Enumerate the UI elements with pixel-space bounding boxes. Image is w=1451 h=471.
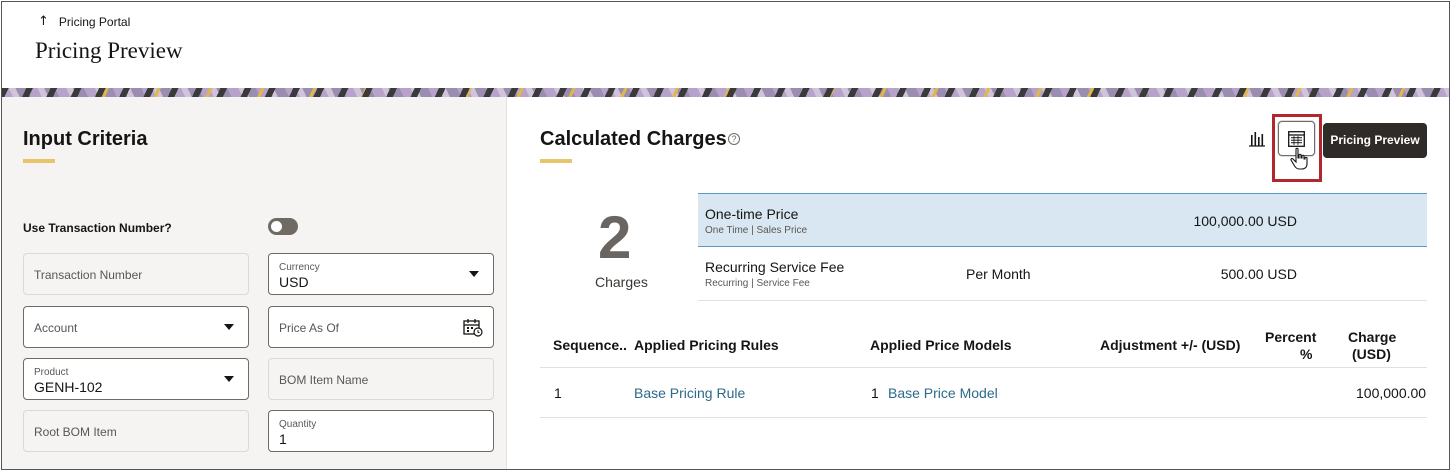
bom-item-name-field[interactable]: BOM Item Name — [268, 358, 494, 400]
quantity-value: 1 — [279, 431, 287, 447]
column-header-adjustment[interactable]: Adjustment +/- (USD) — [1100, 337, 1240, 353]
charge-name: Recurring Service Fee — [705, 259, 845, 275]
price-model-link[interactable]: Base Price Model — [888, 385, 998, 401]
column-header-percent[interactable]: Percent — [1265, 329, 1316, 345]
account-select[interactable]: Account — [23, 306, 249, 348]
quantity-label: Quantity — [279, 419, 317, 430]
column-header-charge[interactable]: Charge — [1348, 329, 1396, 345]
chevron-down-icon — [224, 324, 234, 330]
column-header-percent-unit: % — [1300, 346, 1313, 362]
calculated-charges-title: Calculated Charges — [540, 128, 727, 150]
charge-amount: 500.00 USD — [1220, 266, 1297, 282]
calendar-icon[interactable] — [463, 318, 483, 337]
cell-model-sequence: 1 — [871, 385, 879, 401]
app-frame: ↑ Pricing Portal Pricing Preview Input C… — [1, 1, 1450, 470]
decorative-band — [2, 88, 1449, 97]
charge-period: Per Month — [966, 266, 1031, 282]
table-view-icon — [1288, 131, 1305, 147]
pricing-rule-link[interactable]: Base Pricing Rule — [634, 385, 745, 401]
title-underline — [23, 159, 55, 163]
currency-value: USD — [279, 274, 309, 290]
back-link[interactable]: ↑ Pricing Portal — [38, 14, 130, 29]
chevron-down-icon — [224, 376, 234, 382]
charge-subtitle: One Time | Sales Price — [705, 225, 808, 236]
column-header-charge-unit: (USD) — [1352, 346, 1391, 362]
charge-subtitle: Recurring | Service Fee — [705, 278, 810, 289]
table-row[interactable]: 1 Base Pricing Rule 1 Base Price Model 1… — [540, 368, 1427, 418]
cell-charge: 100,000.00 — [1356, 385, 1427, 401]
toggle-knob — [271, 221, 282, 232]
bar-chart-icon[interactable] — [1248, 131, 1266, 147]
input-criteria-title: Input Criteria — [23, 128, 148, 150]
pricing-preview-button[interactable]: Pricing Preview — [1323, 123, 1427, 158]
use-transaction-label: Use Transaction Number? — [23, 221, 172, 235]
calculated-charges-panel: Calculated Charges ? Pricing Preview 2 C… — [508, 97, 1449, 469]
column-header-rules[interactable]: Applied Pricing Rules — [634, 337, 779, 353]
bom-item-name-placeholder: BOM Item Name — [279, 373, 369, 387]
product-select[interactable]: Product GENH-102 — [23, 358, 249, 400]
account-placeholder: Account — [34, 321, 78, 335]
currency-label: Currency — [279, 262, 320, 273]
charge-row[interactable]: One-time Price One Time | Sales Price 10… — [698, 193, 1427, 247]
charges-table-header: Sequence.. Applied Pricing Rules Applied… — [540, 321, 1427, 368]
charge-amount: 100,000.00 USD — [1193, 213, 1297, 229]
product-value: GENH-102 — [34, 379, 103, 395]
hand-pointer-icon — [1290, 147, 1308, 170]
root-bom-item-field[interactable]: Root BOM Item — [23, 410, 249, 452]
transaction-number-placeholder: Transaction Number — [34, 268, 143, 282]
use-transaction-toggle[interactable] — [268, 218, 298, 235]
page-header: ↑ Pricing Portal Pricing Preview — [2, 2, 1449, 88]
price-as-of-field[interactable]: Price As Of — [268, 306, 494, 348]
help-icon[interactable]: ? — [728, 133, 740, 145]
quantity-field[interactable]: Quantity 1 — [268, 410, 494, 452]
chevron-down-icon — [469, 271, 479, 277]
root-bom-item-placeholder: Root BOM Item — [34, 425, 117, 439]
price-as-of-placeholder: Price As Of — [279, 321, 340, 335]
charges-count-label: Charges — [595, 274, 648, 290]
arrow-up-icon: ↑ — [38, 14, 49, 29]
product-label: Product — [34, 367, 69, 378]
input-criteria-panel: Input Criteria Use Transaction Number? T… — [2, 97, 507, 469]
cell-sequence: 1 — [554, 385, 562, 401]
back-link-label: Pricing Portal — [58, 14, 131, 29]
currency-select[interactable]: Currency USD — [268, 253, 494, 295]
charge-row[interactable]: Recurring Service Fee Recurring | Servic… — [698, 247, 1427, 301]
charge-name: One-time Price — [705, 206, 799, 222]
charges-count: 2 — [598, 204, 632, 271]
transaction-number-field[interactable]: Transaction Number — [23, 253, 249, 295]
column-header-sequence[interactable]: Sequence.. — [553, 337, 627, 353]
title-underline — [540, 159, 572, 163]
page-title: Pricing Preview — [35, 38, 183, 63]
column-header-models[interactable]: Applied Price Models — [870, 337, 1012, 353]
